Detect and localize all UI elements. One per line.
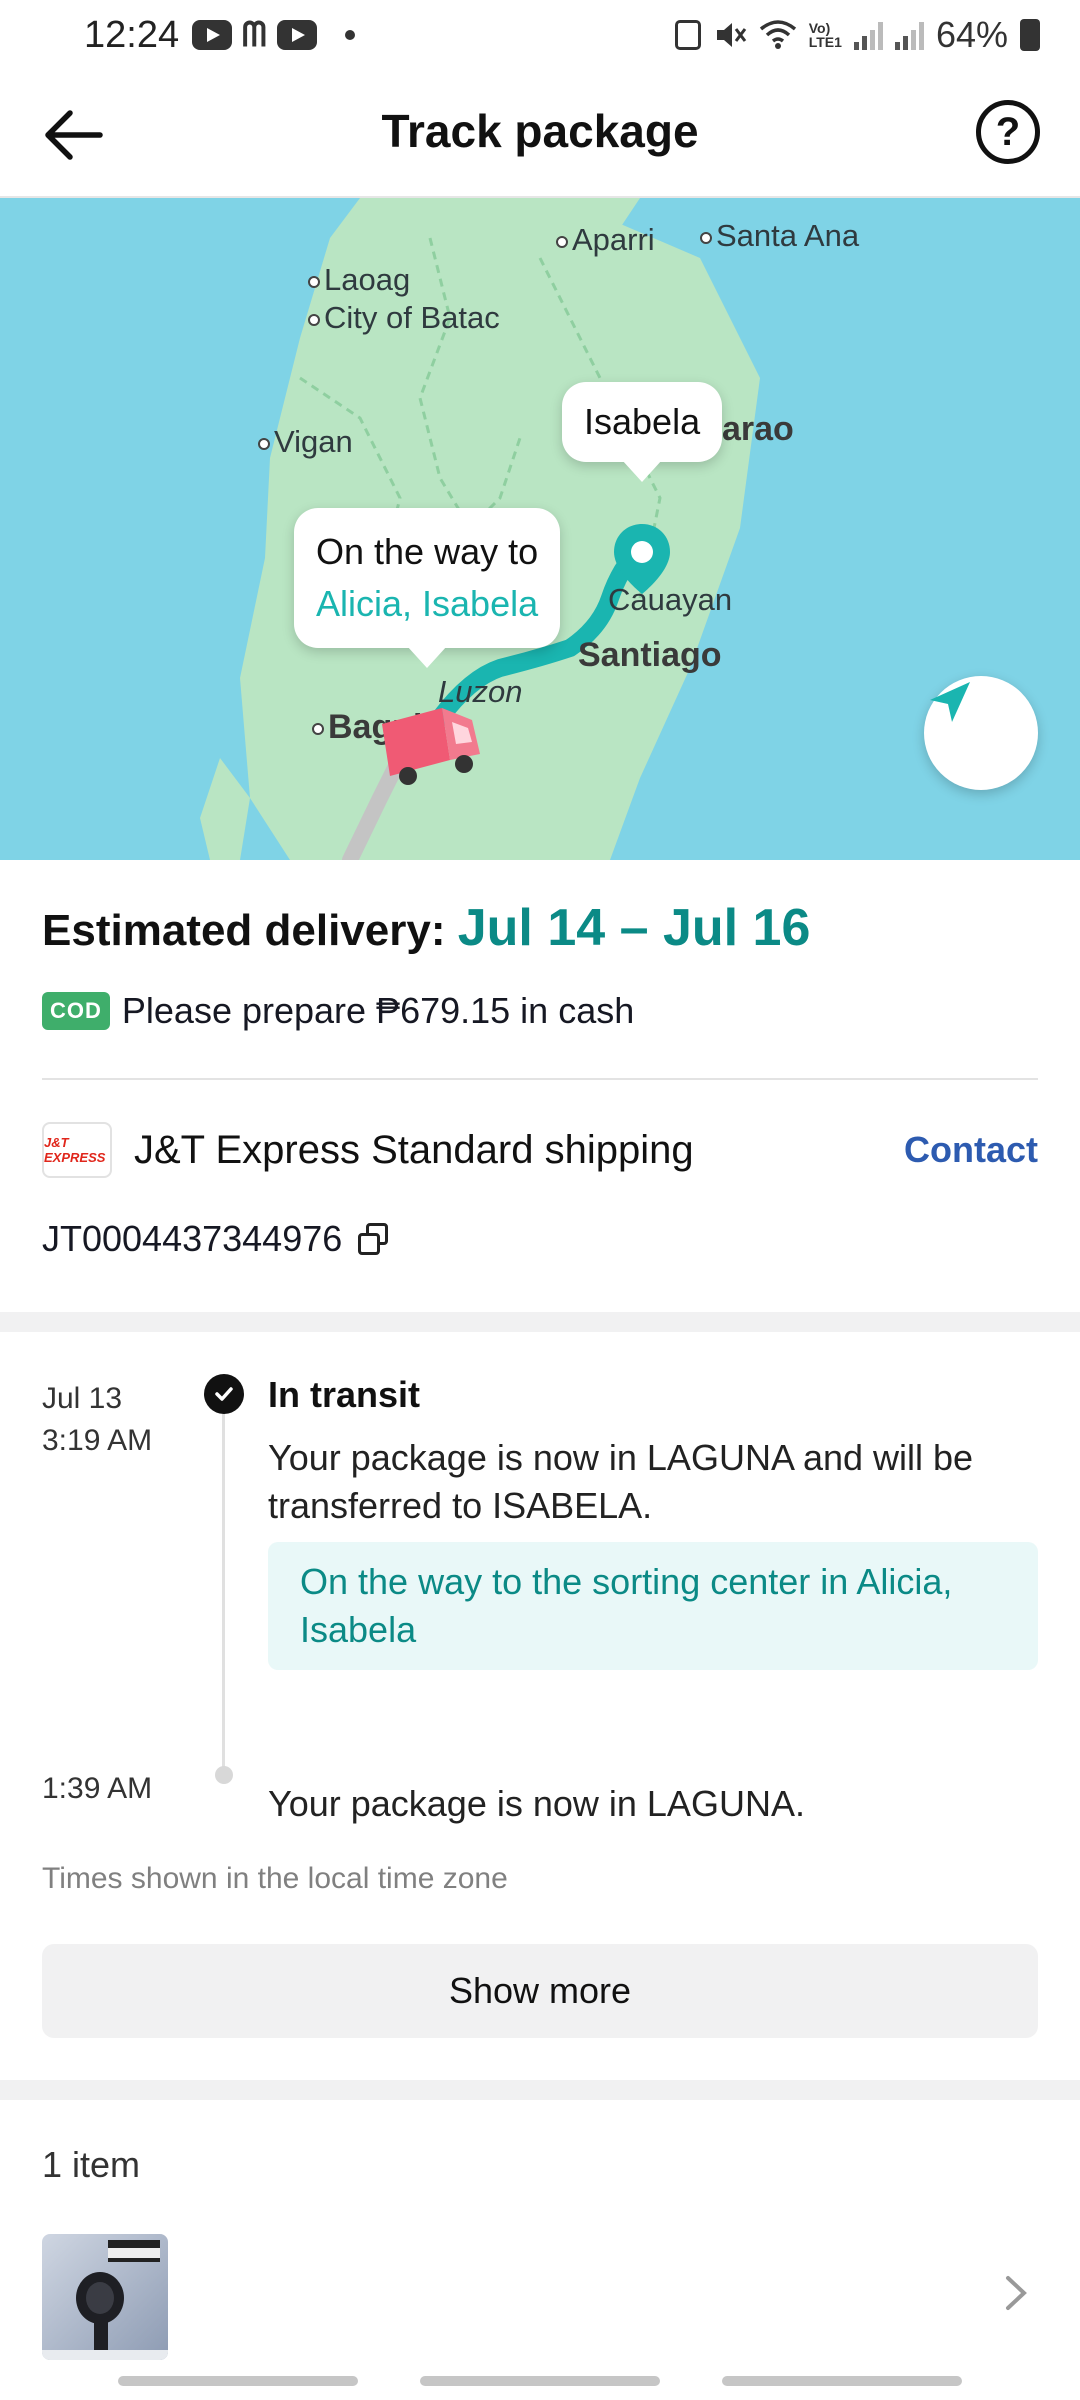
timezone-note: Times shown in the local time zone — [42, 1862, 508, 1895]
mute-icon — [716, 23, 746, 47]
map-label-santa-ana: Santa Ana — [700, 218, 859, 254]
event-description: Your package is now in LAGUNA. — [268, 1783, 805, 1824]
system-icons: Vo) LTE1 64% — [674, 14, 1040, 56]
map-label-laoag: Laoag — [308, 262, 410, 298]
timeline-check-icon — [204, 1374, 244, 1414]
contact-button[interactable]: Contact — [904, 1129, 1038, 1171]
locate-button[interactable] — [924, 676, 1038, 790]
timeline-date: Jul 13 3:19 AM — [42, 1378, 152, 1462]
product-image — [42, 2240, 168, 2360]
mcdonalds-icon: ᗰ — [242, 16, 267, 54]
battery-saver-icon — [674, 20, 701, 50]
route-bubble: On the way to Alicia, Isabela — [294, 508, 561, 668]
items-title: 1 item — [42, 2144, 141, 2185]
map-label-santiago: Santiago — [578, 636, 722, 674]
volte-icon: Vo) LTE1 — [808, 20, 842, 50]
estimated-delivery-range: Jul 14 – Jul 16 — [457, 899, 811, 957]
show-more-button[interactable]: Show more — [42, 1944, 1038, 2038]
timeline-dot — [215, 1766, 233, 1784]
destination-bubble: Isabela — [562, 382, 723, 482]
navigation-arrow-icon — [930, 682, 970, 722]
tracking-map[interactable]: Aparri Santa Ana Laoag City of Batac Vig… — [0, 198, 1080, 860]
page-title: Track package — [381, 105, 699, 157]
map-label-aparri: Aparri — [556, 222, 655, 258]
help-icon: ? — [995, 109, 1021, 154]
carrier-row: J&T EXPRESS J&T Express Standard shippin… — [42, 1120, 1038, 1180]
youtube-icon — [276, 20, 317, 50]
event-date: Jul 13 — [42, 1382, 123, 1415]
carrier-name: J&T Express Standard shipping — [134, 1127, 694, 1172]
estimated-delivery: Estimated delivery: Jul 14 – Jul 16 — [42, 898, 810, 958]
destination-label: Isabela — [584, 401, 701, 442]
destination-pin-icon — [614, 524, 670, 594]
cod-text: Please prepare ₱679.15 in cash — [121, 990, 635, 1031]
map-label-city-of-batac: City of Batac — [308, 300, 500, 336]
event-time: 3:19 AM — [42, 1424, 153, 1457]
battery-percent: 64% — [935, 14, 1008, 55]
copy-icon[interactable] — [356, 1221, 392, 1257]
nav-recents[interactable] — [118, 2376, 358, 2386]
map-label-tuguegarao: arao — [722, 410, 794, 448]
battery-icon — [1020, 19, 1040, 51]
event-note: On the way to the sorting center in Alic… — [268, 1542, 1038, 1670]
tracking-number: JT0004437344976 — [42, 1218, 343, 1259]
route-bubble-line1: On the way to — [316, 531, 539, 572]
timeline-line — [222, 1402, 225, 1772]
help-button[interactable]: ? — [976, 100, 1040, 164]
item-thumbnail[interactable] — [42, 2234, 168, 2360]
event-status: In transit — [268, 1374, 421, 1415]
section-separator — [0, 1312, 1080, 1332]
youtube-icon — [192, 20, 232, 50]
route-bubble-line2: Alicia, Isabela — [316, 583, 539, 624]
notification-icons: ᗰ — [192, 16, 355, 54]
divider — [42, 1078, 1038, 1080]
wifi-icon — [759, 20, 796, 49]
nav-back[interactable] — [722, 2376, 962, 2386]
section-separator — [0, 2080, 1080, 2100]
carrier-logo: J&T EXPRESS — [42, 1122, 112, 1178]
signal-icon — [894, 20, 924, 50]
estimated-delivery-label: Estimated delivery: — [42, 906, 446, 955]
status-bar: 12:24 ᗰ Vo) LTE1 64% — [0, 0, 1080, 76]
header: Track package ? — [0, 76, 1080, 198]
tracking-number-row: JT0004437344976 — [42, 1218, 392, 1260]
timeline-date: 1:39 AM — [42, 1768, 152, 1810]
chevron-right-icon[interactable] — [990, 2268, 1040, 2318]
event-description: Your package is now in LAGUNA and will b… — [268, 1437, 974, 1526]
cod-badge: COD — [42, 992, 110, 1030]
status-time: 12:24 — [84, 14, 180, 56]
event-time: 1:39 AM — [42, 1772, 153, 1805]
delivery-truck-icon — [382, 708, 480, 785]
navigation-bar — [0, 2368, 1080, 2400]
signal-icon — [853, 20, 883, 50]
nav-home[interactable] — [420, 2376, 660, 2386]
map-label-vigan: Vigan — [258, 424, 353, 460]
more-notifications-dot — [344, 30, 355, 40]
cod-notice: COD Please prepare ₱679.15 in cash — [42, 990, 634, 1032]
